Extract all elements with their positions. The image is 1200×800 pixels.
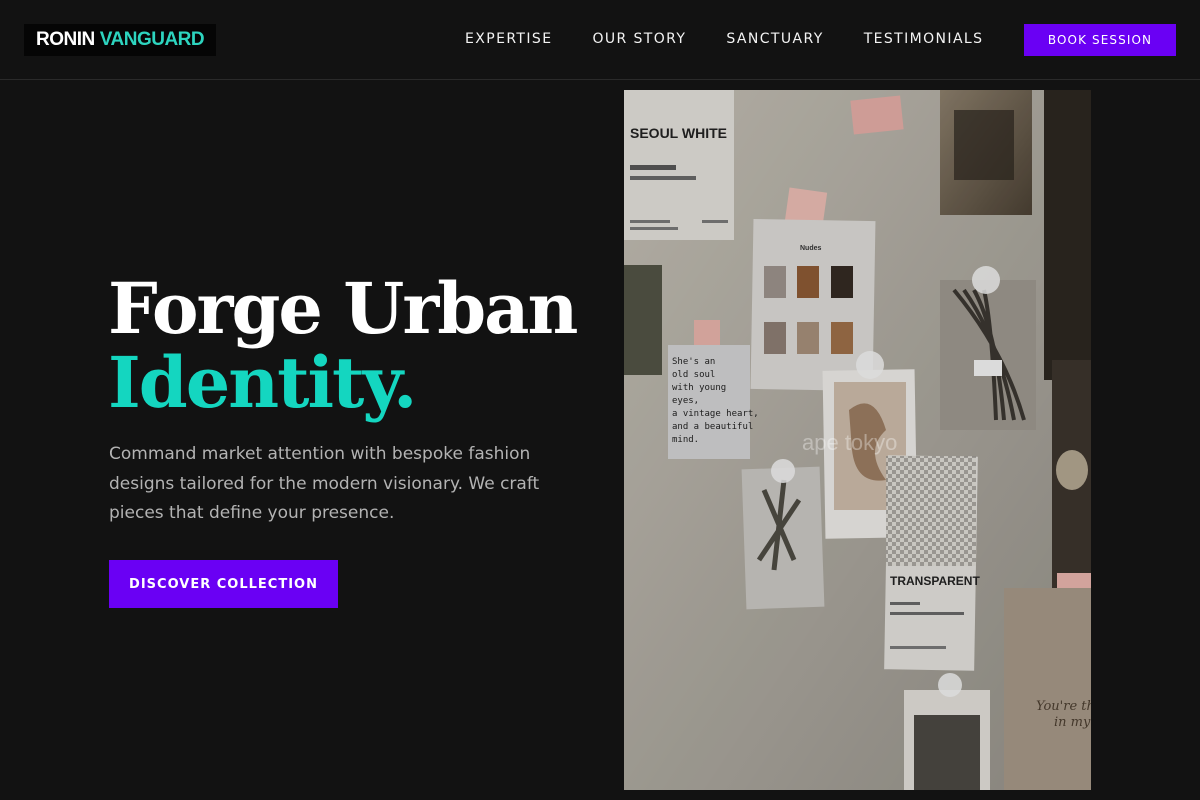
discover-collection-button[interactable]: DISCOVER COLLECTION: [109, 560, 338, 608]
main-nav: EXPERTISE OUR STORY SANCTUARY TESTIMONIA…: [465, 30, 983, 48]
nav-link-testimonials[interactable]: TESTIMONIALS: [864, 31, 984, 47]
nav-link-sanctuary[interactable]: SANCTUARY: [726, 31, 823, 47]
hero-title-line-1: Forge Urban: [108, 267, 578, 350]
hero-title-line-2: Identity.: [108, 341, 417, 424]
nav-link-our-story[interactable]: OUR STORY: [592, 31, 686, 47]
watermark-text: ape tokyo: [802, 430, 897, 455]
site-header: RONIN VANGUARD EXPERTISE OUR STORY SANCT…: [0, 0, 1200, 80]
nav-link-expertise[interactable]: EXPERTISE: [465, 31, 552, 47]
hero-subtitle: Command market attention with bespoke fa…: [109, 444, 540, 523]
brand-logo[interactable]: RONIN VANGUARD: [24, 24, 217, 56]
hero-moodboard-image: SEOUL WHITE Nudes She's an old soul with…: [624, 90, 1091, 790]
logo-text-accent: VANGUARD: [99, 29, 205, 50]
book-session-button[interactable]: BOOK SESSION: [1024, 24, 1176, 56]
logo-text-primary: RONIN: [36, 29, 95, 50]
hero-title: Forge Urban Identity.: [108, 267, 578, 424]
